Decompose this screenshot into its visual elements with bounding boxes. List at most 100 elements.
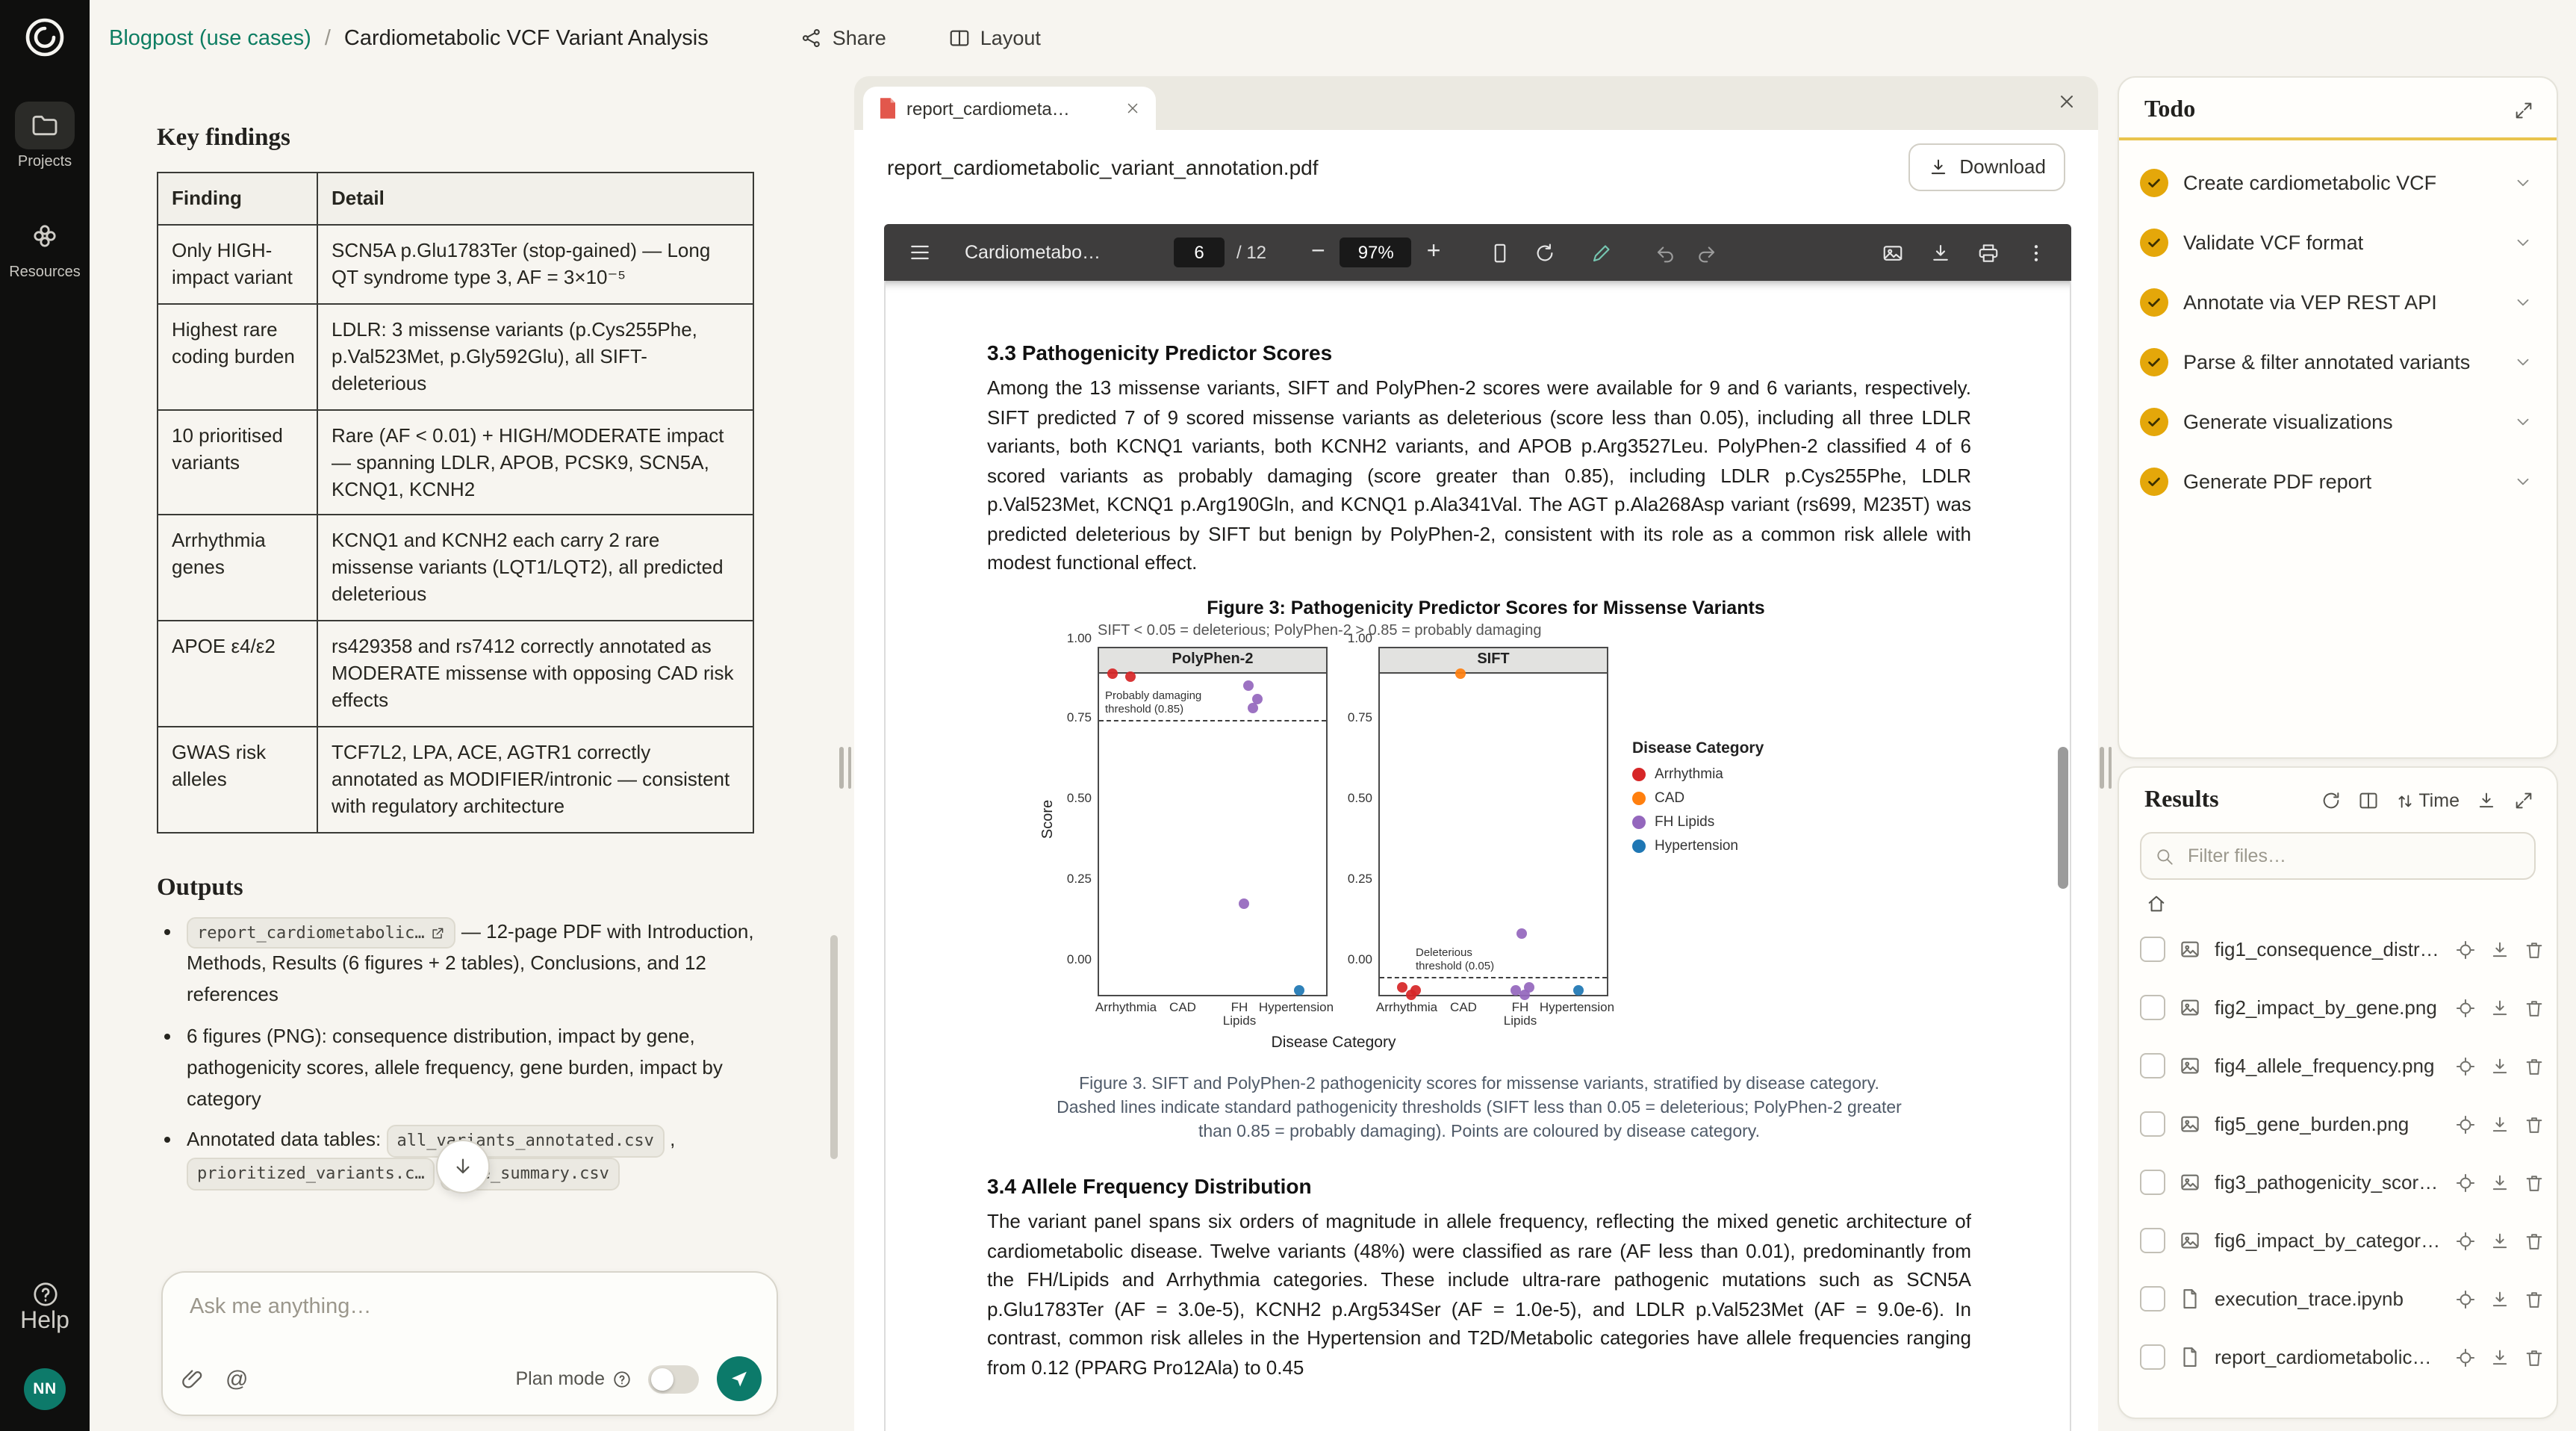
download-icon[interactable] [2489, 1114, 2510, 1134]
trash-icon[interactable] [2524, 939, 2545, 960]
todo-item[interactable]: Create cardiometabolic VCF [2140, 152, 2548, 212]
home-icon[interactable] [2146, 893, 2557, 914]
undo-button[interactable] [1654, 241, 1676, 264]
locate-icon[interactable] [2455, 997, 2476, 1018]
file-checkbox[interactable] [2140, 1053, 2165, 1078]
redo-button[interactable] [1694, 241, 1717, 264]
close-preview-button[interactable] [2056, 91, 2077, 112]
file-row[interactable]: fig5_gene_burden.png [2140, 1095, 2545, 1153]
pdf-scrollbar-thumb[interactable] [2058, 747, 2068, 889]
download-file-button[interactable]: Download [1908, 143, 2065, 190]
chevron-down-icon[interactable] [2513, 232, 2533, 252]
locate-icon[interactable] [2455, 939, 2476, 960]
page-number-input[interactable]: 6 [1174, 238, 1225, 267]
locate-icon[interactable] [2455, 1347, 2476, 1368]
sort-by-time-button[interactable]: Time [2395, 790, 2460, 811]
file-checkbox[interactable] [2140, 995, 2165, 1020]
file-row[interactable]: fig6_impact_by_category…. [2140, 1211, 2545, 1270]
print-button[interactable] [1977, 241, 2000, 264]
todo-item[interactable]: Parse & filter annotated variants [2140, 332, 2548, 391]
menu-icon[interactable] [908, 240, 932, 264]
file-row[interactable]: fig3_pathogenicity_score… [2140, 1153, 2545, 1211]
share-button[interactable]: Share [801, 27, 886, 49]
file-checkbox[interactable] [2140, 1111, 2165, 1137]
scrollbar-thumb[interactable] [830, 935, 838, 1159]
layout-button[interactable]: Layout [949, 27, 1041, 49]
chevron-down-icon[interactable] [2513, 173, 2533, 192]
file-row[interactable]: execution_trace.ipynb [2140, 1270, 2545, 1328]
trash-icon[interactable] [2524, 1288, 2545, 1309]
expand-results-icon[interactable] [2513, 790, 2534, 811]
file-checkbox[interactable] [2140, 1286, 2165, 1312]
locate-icon[interactable] [2455, 1114, 2476, 1134]
file-row[interactable]: report_cardiometabolic_v… [2140, 1328, 2545, 1386]
download-icon[interactable] [2489, 1230, 2510, 1251]
zoom-in-button[interactable]: + [1427, 239, 1441, 266]
trash-icon[interactable] [2524, 1114, 2545, 1134]
locate-icon[interactable] [2455, 1172, 2476, 1193]
locate-icon[interactable] [2455, 1288, 2476, 1309]
trash-icon[interactable] [2524, 1055, 2545, 1076]
scroll-to-bottom-button[interactable] [436, 1140, 490, 1193]
file-checkbox[interactable] [2140, 937, 2165, 962]
columns-icon[interactable] [2357, 790, 2378, 811]
todo-item[interactable]: Generate PDF report [2140, 451, 2548, 511]
mention-icon[interactable]: @ [225, 1366, 248, 1391]
download-icon[interactable] [2489, 1347, 2510, 1368]
download-icon[interactable] [2489, 1288, 2510, 1309]
panel-resize-handle[interactable] [2100, 747, 2112, 789]
download-icon[interactable] [2489, 1055, 2510, 1076]
todo-item[interactable]: Generate visualizations [2140, 391, 2548, 451]
tab-report-pdf[interactable]: report_cardiometa… [863, 87, 1156, 130]
sidebar-item-help[interactable]: Help [20, 1280, 69, 1335]
todo-item[interactable]: Annotate via VEP REST API [2140, 272, 2548, 332]
download-pdf-button[interactable] [1929, 241, 1952, 264]
download-icon[interactable] [2489, 1172, 2510, 1193]
file-row[interactable]: fig2_impact_by_gene.png [2140, 978, 2545, 1037]
todo-item[interactable]: Validate VCF format [2140, 212, 2548, 272]
file-row[interactable]: fig1_consequence_distrib… [2140, 920, 2545, 978]
trash-icon[interactable] [2524, 1230, 2545, 1251]
rotate-button[interactable] [1533, 241, 1555, 264]
attach-file-icon[interactable] [181, 1367, 205, 1391]
chat-input[interactable] [187, 1294, 758, 1320]
filter-files-input[interactable] [2185, 844, 2521, 868]
chevron-down-icon[interactable] [2513, 412, 2533, 431]
download-icon[interactable] [2489, 997, 2510, 1018]
plan-mode-help-icon[interactable] [612, 1369, 632, 1388]
expand-todo-icon[interactable] [2513, 100, 2534, 121]
csv-file-chip[interactable]: all_variants_annotated.csv [386, 1125, 665, 1158]
app-logo-icon[interactable] [22, 15, 67, 60]
file-row[interactable]: fig4_allele_frequency.png [2140, 1037, 2545, 1095]
panel-resize-handle[interactable] [839, 747, 851, 789]
stamp-image-button[interactable] [1882, 241, 1904, 264]
trash-icon[interactable] [2524, 997, 2545, 1018]
locate-icon[interactable] [2455, 1055, 2476, 1076]
locate-icon[interactable] [2455, 1230, 2476, 1251]
file-checkbox[interactable] [2140, 1228, 2165, 1253]
sidebar-item-projects[interactable]: Projects [15, 102, 75, 170]
refresh-icon[interactable] [2320, 790, 2341, 811]
download-all-icon[interactable] [2476, 790, 2497, 811]
download-icon[interactable] [2489, 939, 2510, 960]
user-avatar[interactable]: NN [24, 1368, 66, 1410]
fit-page-button[interactable] [1488, 241, 1511, 264]
more-options-button[interactable] [2025, 241, 2047, 264]
chevron-down-icon[interactable] [2513, 292, 2533, 311]
tab-close-icon[interactable] [1124, 100, 1141, 117]
chevron-down-icon[interactable] [2513, 471, 2533, 491]
annotate-pen-button[interactable] [1590, 241, 1612, 264]
chevron-down-icon[interactable] [2513, 352, 2533, 371]
sidebar-item-resources[interactable]: Resources [9, 212, 81, 281]
report-file-chip[interactable]: report_cardiometabolic… [187, 916, 456, 949]
file-checkbox[interactable] [2140, 1170, 2165, 1195]
send-button[interactable] [717, 1356, 762, 1401]
file-checkbox[interactable] [2140, 1344, 2165, 1370]
zoom-out-button[interactable]: − [1311, 239, 1325, 266]
breadcrumb-project-link[interactable]: Blogpost (use cases) [109, 26, 311, 50]
csv-file-chip[interactable]: prioritized_variants.c… [187, 1158, 435, 1191]
plan-mode-toggle[interactable] [648, 1365, 699, 1393]
trash-icon[interactable] [2524, 1347, 2545, 1368]
zoom-level[interactable]: 97% [1340, 238, 1412, 267]
trash-icon[interactable] [2524, 1172, 2545, 1193]
